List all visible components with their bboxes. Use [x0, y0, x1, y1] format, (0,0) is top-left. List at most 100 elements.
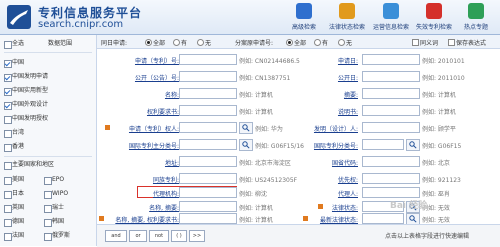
checkbox[interactable] — [4, 60, 12, 68]
checkbox[interactable] — [4, 116, 12, 124]
checkbox[interactable] — [4, 102, 12, 110]
field-label[interactable]: 代理机构: — [153, 189, 179, 198]
search-icon — [296, 3, 312, 19]
field-label[interactable]: 名称, 摘要, 权利要求书: — [115, 215, 179, 224]
description-input[interactable] — [362, 105, 420, 116]
address-input[interactable] — [179, 156, 237, 167]
checkbox[interactable] — [4, 219, 12, 227]
field-label[interactable]: 公开日: — [338, 73, 358, 82]
family-input[interactable] — [179, 173, 237, 184]
latest-legal-status-input[interactable] — [362, 213, 404, 224]
title-abstract-claims-input[interactable] — [179, 213, 237, 224]
field-label[interactable]: 摘要: — [344, 90, 358, 99]
search-icon — [242, 141, 250, 149]
field-label[interactable]: 名称, 摘要: — [149, 203, 179, 212]
publication-number-input[interactable] — [179, 71, 237, 82]
applicant-input[interactable] — [179, 122, 237, 133]
checkbox[interactable] — [4, 205, 12, 213]
field-label[interactable]: 代理人: — [338, 189, 358, 198]
field-label[interactable]: 申请日: — [338, 56, 358, 65]
nav-advanced-search[interactable]: 高级检索 — [281, 3, 327, 31]
sidebar: 全选 数据范围 中国 中国发明申请 中国实用新型 中国外观设计 中国发明授权 台… — [0, 35, 97, 246]
select-all-checkbox[interactable] — [4, 41, 12, 49]
lookup-button[interactable] — [239, 139, 253, 151]
checkbox[interactable] — [4, 74, 12, 82]
same-app-all-radio[interactable] — [145, 39, 152, 46]
nav-invalid-patent[interactable]: 失效专利检索 — [411, 3, 457, 31]
parentheses-button[interactable]: ( ) — [171, 230, 187, 242]
sidebar-item-design[interactable]: 中国外观设计 — [0, 99, 96, 111]
field-label[interactable]: 法律状态: — [332, 203, 358, 212]
field-label[interactable]: 名称: — [165, 90, 179, 99]
checkbox[interactable] — [4, 177, 12, 185]
country-row: 美国 EPO — [0, 174, 96, 186]
field-label[interactable]: 申请（专利）号: — [135, 56, 179, 65]
field-label[interactable]: 优先权: — [338, 175, 358, 184]
field-label[interactable]: 国际专利分类号: — [314, 141, 358, 150]
divisional-no-radio[interactable] — [338, 39, 345, 46]
province-code-input[interactable] — [362, 156, 420, 167]
sidebar-item-invention-grant[interactable]: 中国发明授权 — [0, 113, 96, 125]
checkbox[interactable] — [44, 177, 52, 185]
logo-icon — [7, 5, 31, 29]
country-row: 英国 瑞士 — [0, 202, 96, 214]
claims-input[interactable] — [179, 105, 237, 116]
nav-hot-topics[interactable]: 热点专题 — [453, 3, 499, 31]
publication-date-input[interactable] — [362, 71, 420, 82]
flag-icon — [105, 125, 110, 130]
checkbox[interactable] — [44, 219, 52, 227]
sidebar-item-utility-model[interactable]: 中国实用新型 — [0, 85, 96, 97]
application-number-input[interactable] — [179, 54, 237, 65]
priority-input[interactable] — [362, 173, 420, 184]
checkbox[interactable] — [4, 130, 12, 138]
filter-bar: 同日申请: 全部 有 无 分案原申请号: 全部 有 无 同义词 保存表达式 — [97, 35, 500, 49]
title-abstract-input[interactable] — [179, 201, 237, 212]
field-label[interactable]: 最新法律状态: — [320, 215, 358, 224]
field-label[interactable]: 公开（公告）号: — [135, 73, 179, 82]
checkbox[interactable] — [4, 144, 12, 152]
sidebar-item-hongkong[interactable]: 香港 — [0, 141, 96, 153]
same-app-yes-radio[interactable] — [173, 39, 180, 46]
sidebar-item-taiwan[interactable]: 台湾 — [0, 127, 96, 139]
title-input[interactable] — [179, 88, 237, 99]
select-all-row: 全选 数据范围 — [0, 38, 96, 50]
field-label[interactable]: 发明（设计）人: — [314, 124, 358, 133]
lookup-button[interactable] — [406, 139, 420, 151]
field-label[interactable]: 权利要求书: — [147, 107, 179, 116]
nav-operation[interactable]: 运营信息检索 — [368, 3, 414, 31]
sidebar-item-china[interactable]: 中国 — [0, 57, 96, 69]
expand-button[interactable]: >> — [189, 230, 205, 242]
same-app-no-radio[interactable] — [197, 39, 204, 46]
agent-input[interactable] — [362, 187, 420, 198]
divisional-yes-radio[interactable] — [314, 39, 321, 46]
field-label[interactable]: 国省代码: — [332, 158, 358, 167]
checkbox[interactable] — [44, 191, 52, 199]
checkbox[interactable] — [44, 233, 52, 241]
lookup-button[interactable] — [239, 122, 253, 134]
application-date-input[interactable] — [362, 54, 420, 65]
checkbox[interactable] — [44, 205, 52, 213]
checkbox[interactable] — [4, 233, 12, 241]
field-label[interactable]: 申请（专利）权人: — [129, 124, 179, 133]
agency-input[interactable] — [179, 187, 237, 198]
inventor-input[interactable] — [362, 122, 420, 133]
ipc-input[interactable] — [362, 139, 404, 150]
search-icon — [409, 141, 417, 149]
synonym-checkbox[interactable] — [412, 39, 419, 46]
divisional-all-radio[interactable] — [286, 39, 293, 46]
not-button[interactable]: not — [149, 230, 169, 242]
field-label[interactable]: 国际专利主分类号: — [129, 141, 179, 150]
nav-legal-status[interactable]: 法律状态检索 — [324, 3, 370, 31]
abstract-input[interactable] — [362, 88, 420, 99]
field-label[interactable]: 地址: — [165, 158, 179, 167]
ipc-main-input[interactable] — [179, 139, 237, 150]
field-label[interactable]: 同族专利: — [153, 175, 179, 184]
and-button[interactable]: and — [105, 230, 127, 242]
checkbox[interactable] — [4, 88, 12, 96]
checkbox[interactable] — [4, 191, 12, 199]
group2-checkbox[interactable] — [4, 162, 12, 170]
or-button[interactable]: or — [129, 230, 147, 242]
save-expr-checkbox[interactable] — [448, 39, 455, 46]
sidebar-item-invention-app[interactable]: 中国发明申请 — [0, 71, 96, 83]
field-label[interactable]: 说明书: — [338, 107, 358, 116]
